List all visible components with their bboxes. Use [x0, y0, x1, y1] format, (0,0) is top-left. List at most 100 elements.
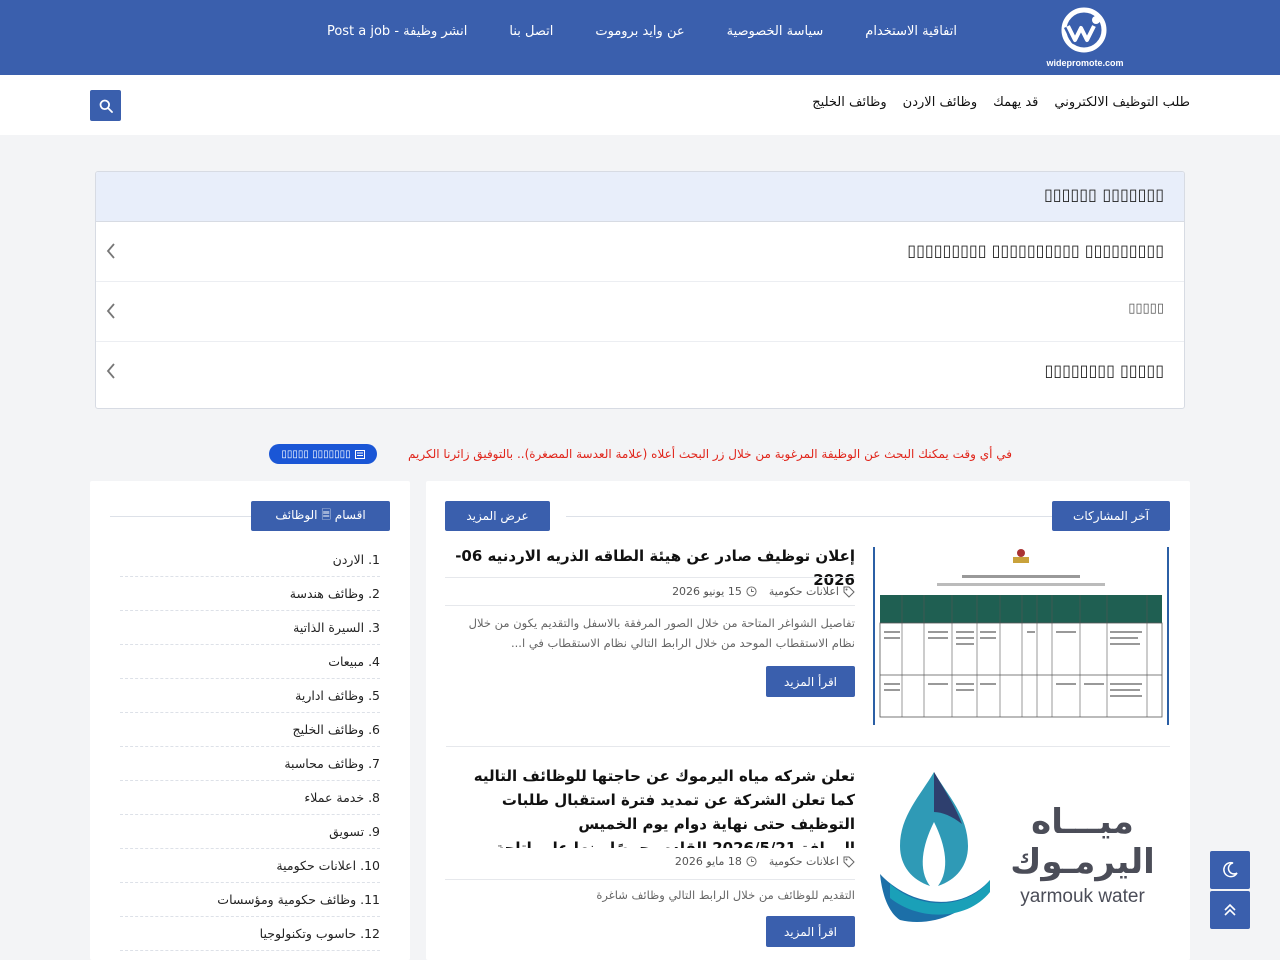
- chevron-left-icon: [106, 243, 115, 259]
- nav-terms[interactable]: اتفاقية الاستخدام: [865, 24, 957, 39]
- double-chevron-up-icon: [1224, 903, 1236, 916]
- post-separator: [445, 577, 855, 578]
- nav-contact[interactable]: اتصل بنا: [509, 24, 553, 39]
- category-list: 1. الاردن 2. وظائف هندسة 3. السيرة الذاتية …: [120, 543, 380, 951]
- clock-icon: [746, 586, 757, 597]
- post-thumbnail[interactable]: [872, 547, 1170, 725]
- top-nav: اتفاقية الاستخدام سياسة الخصوصية عن وايد…: [327, 24, 957, 39]
- category-item[interactable]: 3. السيرة الذاتية: [120, 611, 380, 645]
- logo-text: widepromote.com: [1046, 58, 1124, 68]
- post-separator: [445, 605, 855, 606]
- post-excerpt: التقديم للوظائف من خلال الرابط التالي وظ…: [596, 888, 855, 902]
- secondary-nav-bar: طلب التوظيف الالكتروني قد يهمك وظائف الا…: [0, 75, 1280, 135]
- notice-button[interactable]: ▯▯▯▯▯▯▯ ▯▯▯▯▯: [269, 444, 377, 464]
- post-category-label: اعلانات حكومية: [768, 855, 839, 868]
- category-number: 12.: [360, 926, 380, 941]
- accordion-row-label: ▯▯▯▯▯: [1128, 301, 1164, 316]
- search-icon: [99, 99, 113, 113]
- secondary-nav: طلب التوظيف الالكتروني قد يهمك وظائف الا…: [812, 95, 1190, 110]
- category-number: 6.: [368, 722, 380, 737]
- category-label: مبيعات: [328, 654, 365, 669]
- category-label: وظائف الخليج: [292, 722, 365, 737]
- post-date: 18 مايو 2026: [675, 855, 757, 868]
- section-divider: [566, 516, 1052, 517]
- category-label: وظائف حكومية ومؤسسات: [217, 892, 357, 907]
- post-title-link[interactable]: تعلن شركه مياه اليرموك عن حاجتها للوظائف…: [445, 764, 855, 848]
- section-divider: [110, 516, 251, 517]
- subnav-gulf-jobs[interactable]: وظائف الخليج: [812, 95, 886, 110]
- document-icon: [354, 449, 365, 459]
- search-button[interactable]: [90, 90, 121, 121]
- show-more-button[interactable]: عرض المزيد: [445, 501, 550, 531]
- accordion-panel: ▯▯▯▯▯▯▯ ▯▯▯▯▯▯ ▯▯▯▯▯▯▯▯▯ ▯▯▯▯▯▯▯▯▯▯ ▯▯▯▯…: [95, 171, 1185, 409]
- accordion-row-label: ▯▯▯▯▯▯▯▯▯ ▯▯▯▯▯▯▯▯▯▯ ▯▯▯▯▯▯▯▯▯: [907, 241, 1164, 260]
- post-date-label: 18 مايو 2026: [674, 855, 742, 868]
- subnav-jordan-jobs[interactable]: وظائف الاردن: [903, 95, 977, 110]
- post-thumbnail[interactable]: ميـــاه اليرمـوك yarmouk water: [872, 762, 1170, 934]
- category-label: خدمة عملاء: [304, 790, 365, 805]
- post-category[interactable]: اعلانات حكومية: [769, 585, 855, 598]
- category-label: حاسوب وتكنولوجيا: [259, 926, 357, 941]
- post-category-label: اعلانات حكومية: [768, 585, 839, 598]
- categories-title: اقسام 🗏 الوظائف: [251, 501, 390, 531]
- category-number: 9.: [368, 824, 380, 839]
- dark-mode-toggle[interactable]: [1210, 851, 1250, 889]
- logo-mark-icon: [1061, 7, 1107, 53]
- category-number: 2.: [368, 586, 380, 601]
- category-label: وظائف هندسة: [289, 586, 365, 601]
- post-date: 15 يونيو 2026: [672, 585, 757, 598]
- category-number: 10.: [360, 858, 380, 873]
- category-item[interactable]: 2. وظائف هندسة: [120, 577, 380, 611]
- nav-privacy[interactable]: سياسة الخصوصية: [727, 24, 824, 39]
- latest-posts-title: آخر المشاركات: [1052, 501, 1170, 531]
- nav-post-job[interactable]: انشر وظيفة - Post a job: [327, 24, 467, 39]
- read-more-button[interactable]: اقرأ المزيد: [766, 666, 855, 697]
- category-number: 7.: [368, 756, 380, 771]
- category-number: 11.: [360, 892, 380, 907]
- accordion-row-label: ▯▯▯▯▯ ▯▯▯▯▯▯▯▯: [1044, 361, 1164, 380]
- category-label: تسويق: [329, 824, 365, 839]
- accordion-title: ▯▯▯▯▯▯▯ ▯▯▯▯▯▯: [96, 172, 1184, 222]
- category-item[interactable]: 6. وظائف الخليج: [120, 713, 380, 747]
- accordion-row[interactable]: ▯▯▯▯▯: [96, 282, 1184, 342]
- post-meta: اعلانات حكومية 15 يونيو 2026: [672, 585, 855, 598]
- category-item[interactable]: 7. وظائف محاسبة: [120, 747, 380, 781]
- accordion-row[interactable]: ▯▯▯▯▯ ▯▯▯▯▯▯▯▯: [96, 342, 1184, 402]
- post-category[interactable]: اعلانات حكومية: [769, 855, 855, 868]
- latest-posts-card: آخر المشاركات عرض المزيد إعلان توظيف صاد…: [426, 481, 1190, 960]
- category-item[interactable]: 10. اعلانات حكومية: [120, 849, 380, 883]
- category-item[interactable]: 1. الاردن: [120, 543, 380, 577]
- tag-icon: [843, 856, 855, 868]
- search-notice: في أي وقت يمكنك البحث عن الوظيفة المرغوب…: [408, 447, 1012, 461]
- category-number: 8.: [368, 790, 380, 805]
- post-separator: [445, 879, 855, 880]
- yarmouk-logo-arabic: ميـــاه اليرمـوك: [1010, 802, 1155, 882]
- category-label: وظائف ادارية: [295, 688, 365, 703]
- accordion-row[interactable]: ▯▯▯▯▯▯▯▯▯ ▯▯▯▯▯▯▯▯▯▯ ▯▯▯▯▯▯▯▯▯: [96, 222, 1184, 282]
- category-label: الاردن: [332, 552, 365, 567]
- category-item[interactable]: 8. خدمة عملاء: [120, 781, 380, 815]
- category-item[interactable]: 4. مبيعات: [120, 645, 380, 679]
- category-item[interactable]: 11. وظائف حكومية ومؤسسات: [120, 883, 380, 917]
- subnav-may-interest[interactable]: قد يهمك: [993, 95, 1038, 110]
- yarmouk-logo-english: yarmouk water: [1020, 886, 1145, 907]
- category-number: 3.: [368, 620, 380, 635]
- category-item[interactable]: 5. وظائف ادارية: [120, 679, 380, 713]
- clock-icon: [746, 856, 757, 867]
- category-label: اعلانات حكومية: [276, 858, 357, 873]
- post-divider: [446, 746, 1170, 747]
- category-number: 1.: [368, 552, 380, 567]
- nav-about[interactable]: عن وايد بروموت: [595, 24, 684, 39]
- category-label: السيرة الذاتية: [293, 620, 365, 635]
- read-more-button[interactable]: اقرأ المزيد: [766, 916, 855, 947]
- site-logo[interactable]: widepromote.com: [1040, 6, 1130, 70]
- subnav-online-application[interactable]: طلب التوظيف الالكتروني: [1054, 95, 1190, 110]
- category-item[interactable]: 9. تسويق: [120, 815, 380, 849]
- category-item[interactable]: 12. حاسوب وتكنولوجيا: [120, 917, 380, 951]
- chevron-left-icon: [106, 303, 115, 319]
- notice-button-label: ▯▯▯▯▯▯▯ ▯▯▯▯▯: [281, 448, 351, 460]
- tag-icon: [843, 586, 855, 598]
- top-header: widepromote.com اتفاقية الاستخدام سياسة …: [0, 0, 1280, 75]
- categories-card: اقسام 🗏 الوظائف 1. الاردن 2. وظائف هندسة 3…: [90, 481, 410, 960]
- scroll-to-top-button[interactable]: [1210, 891, 1250, 929]
